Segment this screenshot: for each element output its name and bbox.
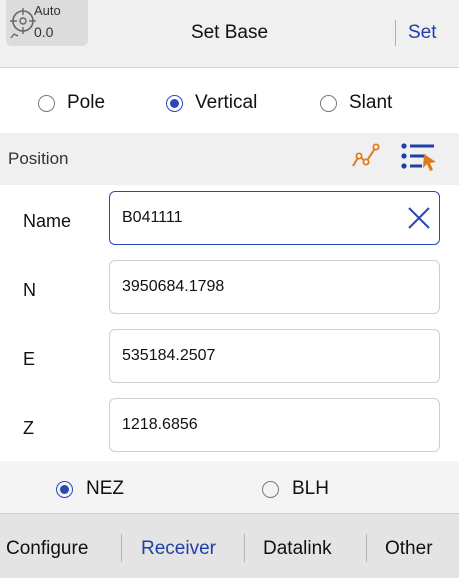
coord-type-group: NEZ BLH	[0, 461, 459, 513]
radio-slant-indicator	[320, 94, 337, 112]
position-section-bar: Position	[0, 133, 459, 185]
bottom-tab-bar: Configure Receiver Datalink Other	[0, 513, 459, 578]
e-field[interactable]	[109, 329, 440, 383]
antenna-type-group: Pole Vertical Slant	[0, 69, 459, 133]
radio-vertical-label: Vertical	[195, 92, 258, 113]
point-list-select-icon[interactable]	[400, 140, 438, 176]
radio-blh-label: BLH	[292, 478, 329, 499]
set-button[interactable]: Set	[408, 22, 437, 44]
radio-blh-indicator	[262, 480, 279, 498]
radio-pole-label: Pole	[67, 92, 106, 113]
n-field[interactable]	[109, 260, 440, 314]
radio-vertical-indicator	[166, 94, 183, 112]
page-title: Set Base	[190, 22, 269, 43]
radio-pole[interactable]: Pole	[38, 92, 105, 114]
status-mode-text: Auto	[34, 3, 61, 18]
point-graph-icon[interactable]	[350, 142, 380, 170]
tab-separator	[244, 534, 245, 562]
z-field[interactable]	[109, 398, 440, 452]
radio-nez-indicator	[56, 480, 73, 498]
n-input[interactable]	[122, 261, 392, 313]
e-label: E	[23, 349, 36, 369]
tab-other[interactable]: Other	[385, 538, 433, 560]
radio-slant[interactable]: Slant	[320, 92, 392, 114]
section-title: Position	[8, 149, 69, 168]
header-bar: Auto 0.0 Set Base Set	[0, 0, 459, 68]
tab-separator	[121, 534, 122, 562]
z-input[interactable]	[122, 399, 392, 451]
e-input[interactable]	[122, 330, 392, 382]
n-label: N	[23, 280, 36, 300]
tab-separator	[366, 534, 367, 562]
radio-blh[interactable]: BLH	[262, 478, 329, 500]
header-divider	[395, 20, 396, 46]
radio-slant-label: Slant	[349, 92, 393, 113]
tab-datalink[interactable]: Datalink	[263, 538, 332, 560]
z-label: Z	[23, 418, 34, 438]
radio-vertical[interactable]: Vertical	[166, 92, 257, 114]
tab-receiver[interactable]: Receiver	[141, 538, 216, 560]
tab-configure[interactable]: Configure	[6, 538, 88, 560]
radio-nez-label: NEZ	[86, 478, 124, 499]
name-field[interactable]	[109, 191, 440, 245]
clear-icon[interactable]	[407, 206, 431, 230]
name-input[interactable]	[122, 192, 392, 244]
radio-pole-indicator	[38, 94, 55, 112]
name-label: Name	[23, 211, 72, 231]
radio-nez[interactable]: NEZ	[56, 478, 124, 500]
